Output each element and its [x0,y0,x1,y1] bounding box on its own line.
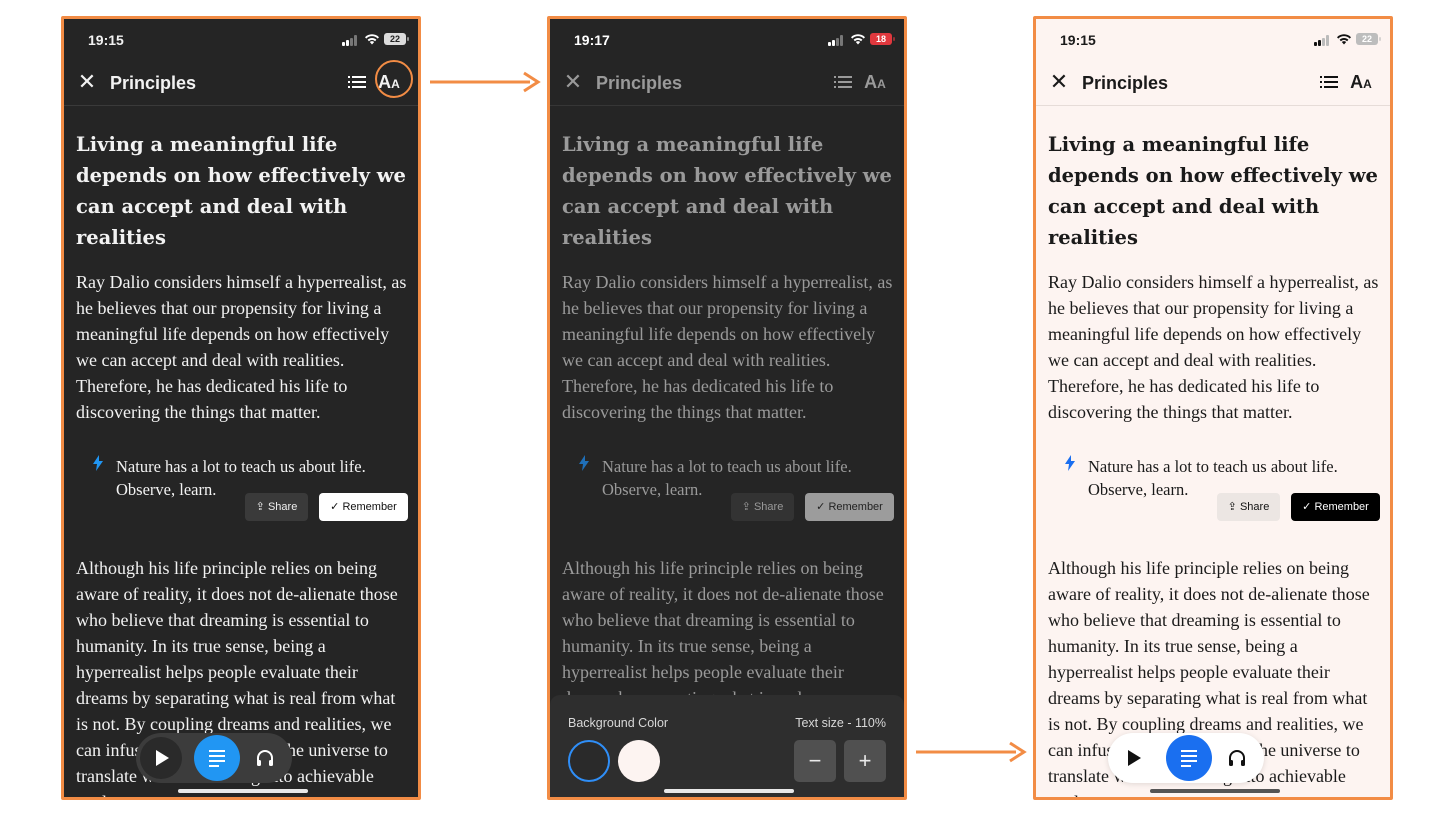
remember-label: Remember [1314,501,1369,513]
text-size-decrease-button[interactable]: − [794,740,836,782]
status-time: 19:17 [574,32,610,48]
headphones-icon [1229,750,1245,766]
font-settings-icon[interactable]: AA [1346,70,1376,94]
home-indicator [664,789,794,793]
signal-icon [1314,35,1330,46]
audio-mode-button[interactable] [250,743,280,773]
background-swatch-dark[interactable] [568,740,610,782]
top-nav: ✕ Principles AA [1036,69,1390,105]
insight-actions: ⇪ Share ✓ Remember [76,493,408,523]
arrow-right-icon [430,71,541,93]
status-bar: 19:15 22 [1036,19,1390,59]
top-nav: ✕ Principles AA [64,60,418,105]
status-bar: 19:15 22 [64,19,418,59]
article-paragraph: Ray Dalio considers himself a hyperreali… [1048,272,1379,422]
player-bar [1108,733,1264,783]
share-button[interactable]: ⇪ Share [731,493,794,521]
top-nav: ✕ Principles AA [550,69,904,105]
article-paragraph: Ray Dalio considers himself a hyperreali… [562,272,893,422]
article-content: Living a meaningful life depends on how … [76,129,408,501]
signal-icon [828,35,844,46]
bolt-icon [1065,455,1075,471]
remember-label: Remember [342,501,397,513]
home-indicator [1150,789,1280,793]
wifi-icon [1337,34,1351,45]
play-icon [1128,750,1141,766]
status-time: 19:15 [88,32,124,48]
arrow-right-icon [916,741,1027,763]
article-heading: Living a meaningful life depends on how … [76,133,406,249]
remember-button[interactable]: ✓ Remember [1291,493,1380,521]
signal-icon [342,35,358,46]
status-time: 19:15 [1060,32,1096,48]
insight-actions: ⇪ Share ✓ Remember [562,493,894,523]
close-icon[interactable]: ✕ [76,71,98,93]
status-bar: 19:17 18 [550,19,904,59]
close-icon[interactable]: ✕ [1048,71,1070,93]
background-color-label: Background Color [568,716,669,730]
page-title: Principles [1082,73,1169,93]
player-bar [136,733,292,783]
display-settings-sheet: Background Color Text size - 110% − + [550,695,904,797]
remember-button[interactable]: ✓ Remember [805,493,894,521]
share-button[interactable]: ⇪ Share [245,493,308,521]
share-icon: ⇪ [255,501,268,513]
audio-mode-button[interactable] [1222,743,1252,773]
list-icon[interactable] [348,74,366,90]
screen-light-mode: 19:15 22 ✕ Principles AA Living a meanin… [1033,16,1393,800]
battery-icon: 22 [1356,33,1381,45]
share-button[interactable]: ⇪ Share [1217,493,1280,521]
share-icon: ⇪ [1227,501,1240,513]
text-mode-button[interactable] [194,735,240,781]
highlight-circle [375,60,413,98]
play-button[interactable] [140,737,182,779]
share-label: Share [267,501,298,513]
remember-button[interactable]: ✓ Remember [319,493,408,521]
check-icon: ✓ [816,501,829,513]
check-icon: ✓ [330,501,343,513]
text-mode-button[interactable] [1166,735,1212,781]
screen-settings-sheet: 19:17 18 ✕ Principles AA Living a meanin… [547,16,907,800]
divider [550,105,904,106]
bolt-icon [93,455,103,471]
article-content: Living a meaningful life depends on how … [562,129,894,501]
battery-icon: 22 [384,33,409,45]
article-heading: Living a meaningful life depends on how … [562,133,892,249]
close-icon[interactable]: ✕ [562,71,584,93]
page-title: Principles [110,73,197,93]
article-paragraph: Ray Dalio considers himself a hyperreali… [76,272,407,422]
text-size-increase-button[interactable]: + [844,740,886,782]
list-icon[interactable] [1320,74,1338,90]
background-swatch-light[interactable] [618,740,660,782]
article-paragraph-2: Although his life principle relies on be… [562,558,884,708]
text-lines-icon [1181,750,1197,767]
wifi-icon [365,34,379,45]
font-settings-icon[interactable]: AA [860,70,890,94]
screen-dark-default: 19:15 22 ✕ Principles AA Living a meanin… [61,16,421,800]
page-title: Principles [596,73,683,93]
share-label: Share [753,501,784,513]
list-icon[interactable] [834,74,852,90]
text-size-label: Text size - 110% [795,716,886,730]
article-heading: Living a meaningful life depends on how … [1048,133,1378,249]
article-content: Living a meaningful life depends on how … [1048,129,1380,501]
divider [1036,105,1390,106]
bolt-icon [579,455,589,471]
share-icon: ⇪ [741,501,754,513]
share-label: Share [1239,501,1270,513]
home-indicator [178,789,308,793]
remember-label: Remember [828,501,883,513]
text-lines-icon [209,750,225,767]
play-icon [156,750,169,766]
battery-icon: 18 [870,33,895,45]
check-icon: ✓ [1302,501,1315,513]
headphones-icon [257,750,273,766]
wifi-icon [851,34,865,45]
divider [64,105,418,106]
play-button[interactable] [1112,737,1154,779]
insight-actions: ⇪ Share ✓ Remember [1048,493,1380,523]
